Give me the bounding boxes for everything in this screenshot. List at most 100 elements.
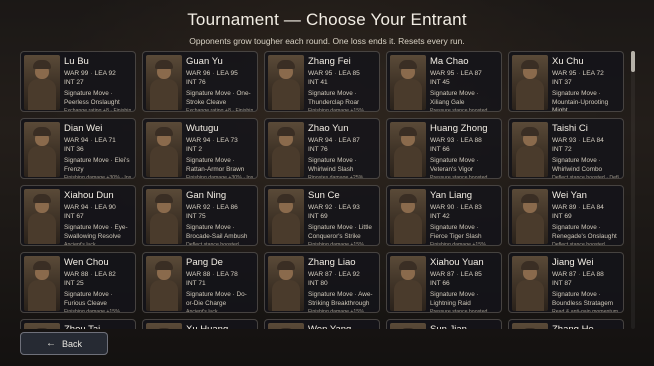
move-effect-note: Pressure stance boosted bbox=[430, 309, 488, 313]
move-effect-note: Ancient's luck bbox=[186, 309, 218, 313]
signature-move: Signature Move · Xiliang Gale bbox=[430, 90, 479, 106]
entrant-card[interactable]: Huang Zhong WAR 93 · LEA 88 INT 66 Signature … bbox=[386, 118, 502, 179]
signature-move: Signature Move · Peerless Onslaught bbox=[64, 90, 120, 106]
entrant-portrait bbox=[24, 323, 60, 329]
war-value: 88 bbox=[80, 271, 89, 278]
entrant-int: INT 25 bbox=[64, 280, 84, 287]
entrant-card[interactable]: Zhao Yun WAR 94 · LEA 87 INT 76 Signature Mov… bbox=[264, 118, 380, 179]
entrant-card[interactable]: Dian Wei WAR 94 · LEA 71 INT 36 Signature Mov… bbox=[20, 118, 136, 179]
war-value: 89 bbox=[568, 204, 577, 211]
entrant-war-lea: WAR 87 · LEA 92 bbox=[308, 271, 360, 278]
entrant-portrait bbox=[24, 189, 60, 244]
entrant-card[interactable]: Gan Ning WAR 92 · LEA 86 INT 75 Signature Mov… bbox=[142, 185, 258, 246]
entrant-war-lea: WAR 90 · LEA 83 bbox=[430, 204, 482, 211]
entrant-war-lea: WAR 94 · LEA 73 bbox=[186, 137, 238, 144]
signature-move: Signature Move · Mountain-Uprooting Migh… bbox=[552, 90, 609, 112]
signature-move: Signature Move · Awe-Striking Breakthrou… bbox=[308, 291, 373, 307]
entrant-int: INT 76 bbox=[308, 146, 328, 153]
entrant-name: Xu Chu bbox=[552, 56, 584, 67]
entrant-card[interactable]: Zhang He bbox=[508, 319, 624, 329]
entrant-name: Dian Wei bbox=[64, 123, 103, 134]
entrant-portrait bbox=[268, 189, 304, 244]
move-effect-note: Ancient's luck bbox=[64, 242, 96, 246]
entrant-int: INT 41 bbox=[308, 79, 328, 86]
war-value: 96 bbox=[202, 70, 211, 77]
entrant-int: INT 69 bbox=[552, 213, 572, 220]
war-value: 87 bbox=[324, 271, 333, 278]
arrow-left-icon: ← bbox=[45, 338, 56, 349]
war-value: 94 bbox=[80, 137, 89, 144]
entrant-card[interactable]: Xiahou Yuan WAR 87 · LEA 85 INT 66 Signature … bbox=[386, 252, 502, 313]
int-value: 69 bbox=[320, 213, 328, 220]
signature-move: Signature Move · Elei's Frenzy bbox=[64, 157, 130, 173]
entrant-card[interactable]: Xiahou Dun WAR 94 · LEA 90 INT 67 Signature M… bbox=[20, 185, 136, 246]
entrant-war-lea: WAR 88 · LEA 82 bbox=[64, 271, 116, 278]
signature-move: Signature Move · Boundless Stratagem bbox=[552, 291, 614, 307]
scrollbar-thumb[interactable] bbox=[631, 51, 635, 72]
signature-move: Signature Move · Brocade-Sail Ambush bbox=[186, 224, 248, 240]
entrant-card[interactable]: Xu Chu WAR 95 · LEA 72 INT 37 Signature Move … bbox=[508, 51, 624, 112]
entrant-war-lea: WAR 87 · LEA 88 bbox=[552, 271, 604, 278]
lea-value: 85 bbox=[352, 70, 360, 77]
move-effect-note: Deflect stance boosted bbox=[186, 242, 239, 246]
entrant-card[interactable]: Xu Huang bbox=[142, 319, 258, 329]
entrant-card[interactable]: Zhang Liao WAR 87 · LEA 92 INT 80 Signature M… bbox=[264, 252, 380, 313]
entrant-war-lea: WAR 94 · LEA 87 bbox=[308, 137, 360, 144]
entrant-card[interactable]: Wen Chou WAR 88 · LEA 82 INT 25 Signature Mov… bbox=[20, 252, 136, 313]
entrant-war-lea: WAR 87 · LEA 85 bbox=[430, 271, 482, 278]
signature-move: Signature Move · Whirlwind Combo bbox=[552, 157, 603, 173]
int-value: 36 bbox=[76, 146, 84, 153]
entrant-name: Zhang Fei bbox=[308, 56, 351, 67]
entrant-card[interactable]: Yan Liang WAR 90 · LEA 83 INT 42 Signature Mo… bbox=[386, 185, 502, 246]
entrant-card[interactable]: Wutugu WAR 94 · LEA 73 INT 2 Signature Move ·… bbox=[142, 118, 258, 179]
move-effect-note: Pressure stance boosted bbox=[430, 175, 488, 179]
entrant-int: INT 45 bbox=[430, 79, 450, 86]
entrant-int: INT 72 bbox=[552, 146, 572, 153]
entrant-card[interactable]: Sun Jian bbox=[386, 319, 502, 329]
entrant-card[interactable]: Wen Yang bbox=[264, 319, 380, 329]
war-value: 94 bbox=[202, 137, 211, 144]
entrant-card[interactable]: Wei Yan WAR 89 · LEA 84 INT 69 Signature Move… bbox=[508, 185, 624, 246]
entrant-war-lea: WAR 96 · LEA 95 bbox=[186, 70, 238, 77]
entrant-card[interactable]: Lu Bu WAR 99 · LEA 92 INT 27 Signature Move ·… bbox=[20, 51, 136, 112]
war-value: 95 bbox=[324, 70, 333, 77]
int-value: 67 bbox=[76, 213, 84, 220]
scrollbar[interactable] bbox=[631, 51, 635, 329]
entrant-int: INT 36 bbox=[64, 146, 84, 153]
entrant-name: Yan Liang bbox=[430, 190, 473, 201]
entrant-int: INT 2 bbox=[186, 146, 203, 153]
int-value: 42 bbox=[442, 213, 450, 220]
entrant-war-lea: WAR 89 · LEA 84 bbox=[552, 204, 604, 211]
war-value: 88 bbox=[202, 271, 211, 278]
page-title: Tournament — Choose Your Entrant bbox=[187, 10, 467, 29]
entrant-grid-viewport[interactable]: Lu Bu WAR 99 · LEA 92 INT 27 Signature Move ·… bbox=[20, 51, 627, 329]
entrant-name: Zhou Tai bbox=[64, 324, 131, 329]
back-button[interactable]: ← Back bbox=[20, 332, 108, 355]
entrant-portrait bbox=[24, 122, 60, 177]
entrant-card[interactable]: Taishi Ci WAR 93 · LEA 84 INT 72 Signature Mo… bbox=[508, 118, 624, 179]
entrant-card[interactable]: Pang De WAR 88 · LEA 78 INT 71 Signature Move… bbox=[142, 252, 258, 313]
entrant-portrait bbox=[268, 122, 304, 177]
war-value: 94 bbox=[80, 204, 89, 211]
entrant-portrait bbox=[268, 256, 304, 311]
entrant-card[interactable]: Sun Ce WAR 92 · LEA 93 INT 69 Signature Move … bbox=[264, 185, 380, 246]
entrant-int: INT 67 bbox=[64, 213, 84, 220]
int-value: 37 bbox=[564, 79, 572, 86]
entrant-name: Wen Chou bbox=[64, 257, 109, 268]
int-value: 72 bbox=[564, 146, 572, 153]
entrant-card[interactable]: Zhang Fei WAR 95 · LEA 85 INT 41 Signature Mo… bbox=[264, 51, 380, 112]
entrant-name: Zhang Liao bbox=[308, 257, 356, 268]
entrant-name: Wen Yang bbox=[308, 324, 375, 329]
entrant-card[interactable]: Guan Yu WAR 96 · LEA 95 INT 76 Signature Move… bbox=[142, 51, 258, 112]
entrant-name: Xu Huang bbox=[186, 324, 253, 329]
entrant-name: Xiahou Dun bbox=[64, 190, 114, 201]
entrant-card[interactable]: Ma Chao WAR 95 · LEA 87 INT 45 Signature Move… bbox=[386, 51, 502, 112]
signature-move: Signature Move · Veteran's Vigor bbox=[430, 157, 479, 173]
entrant-portrait bbox=[146, 323, 182, 329]
war-value: 87 bbox=[446, 271, 455, 278]
entrant-card[interactable]: Zhou Tai bbox=[20, 319, 136, 329]
entrant-name: Zhao Yun bbox=[308, 123, 349, 134]
lea-value: 87 bbox=[352, 137, 360, 144]
entrant-card[interactable]: Jiang Wei WAR 87 · LEA 88 INT 87 Signature Mo… bbox=[508, 252, 624, 313]
header: Tournament — Choose Your Entrant Opponen… bbox=[0, 10, 654, 46]
